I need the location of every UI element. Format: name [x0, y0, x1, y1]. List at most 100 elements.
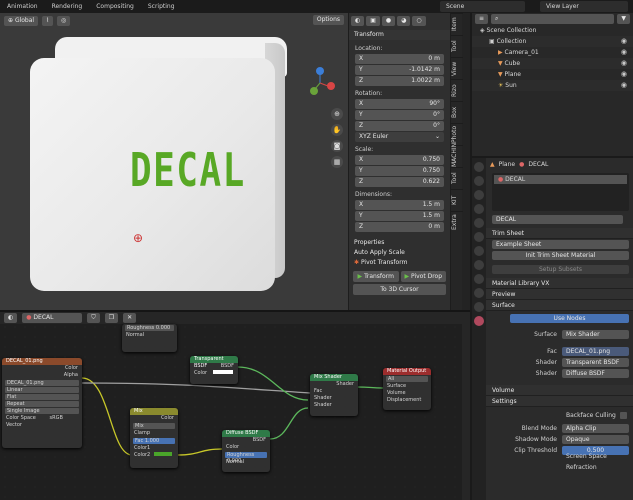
proportional-icon[interactable]: ◎	[57, 15, 71, 26]
dimensions-x-field[interactable]: X 1.5 m	[355, 200, 444, 210]
workspace-tab-compositing[interactable]: Compositing	[89, 3, 141, 10]
options-dropdown[interactable]: Options	[312, 15, 344, 25]
settings-panel[interactable]: Settings	[486, 396, 633, 407]
image-texture-node[interactable]: DECAL_01.png Color Alpha DECAL_01.png Li…	[2, 358, 82, 448]
node-editor[interactable]: ◐ ● DECAL ⛉ ❐ ✕ Roughness 0.000 Normal D…	[0, 310, 470, 500]
example-sheet-dropdown[interactable]: Example Sheet	[486, 239, 633, 250]
mix-rgb-node[interactable]: Mix Color Mix Clamp Fac 1.000 Color1 Col…	[130, 408, 178, 468]
backface-culling-checkbox[interactable]: Backface Culling	[486, 410, 633, 421]
transform-panel-header[interactable]: Transform	[349, 30, 450, 40]
material-shading-icon[interactable]: ◕	[397, 16, 411, 26]
visibility-eye-icon[interactable]: ◉	[621, 58, 627, 69]
material-slot-list[interactable]: ● DECAL	[492, 173, 629, 211]
data-icon[interactable]	[474, 302, 484, 312]
material-output-node[interactable]: Material Output All Surface Volume Displ…	[383, 368, 431, 410]
visibility-eye-icon[interactable]: ◉	[621, 69, 627, 80]
dimensions-z-field[interactable]: Z 0 m	[355, 222, 444, 232]
workspace-tab-scripting[interactable]: Scripting	[141, 3, 182, 10]
visibility-eye-icon[interactable]: ◉	[621, 80, 627, 91]
mix-shader-node[interactable]: Mix Shader Shader Fac Shader Shader	[310, 374, 358, 416]
outliner-item[interactable]: ▼ Plane ◉	[472, 69, 633, 80]
sidebar-tab-box[interactable]: Box	[451, 101, 463, 123]
camera-icon[interactable]: ◙	[331, 140, 343, 152]
scene-selector[interactable]: Scene	[440, 1, 525, 12]
sidebar-tab-view[interactable]: View	[451, 57, 463, 79]
to-3d-cursor-button[interactable]: To 3D Cursor	[353, 284, 446, 295]
sidebar-tab-machin[interactable]: MACHIN	[451, 143, 463, 167]
transparent-bsdf-node[interactable]: Transparent BSDF BSDF Color	[190, 356, 238, 384]
shader-node-top[interactable]: Roughness 0.000 Normal	[122, 324, 177, 352]
render-icon[interactable]	[474, 162, 484, 172]
snap-icon[interactable]: ⌇	[42, 15, 54, 26]
pivot-transform-panel-header[interactable]: ✱ Pivot Transform	[349, 258, 450, 268]
display-mode-icon[interactable]: ≡	[475, 14, 489, 24]
sidebar-tab-item[interactable]: Item	[451, 13, 463, 35]
pivot-drop-button[interactable]: ▶ Pivot Drop	[400, 271, 446, 282]
rotation-x-field[interactable]: X 90°	[355, 99, 444, 109]
auto-apply-panel-header[interactable]: Auto Apply Scale	[349, 248, 450, 258]
location-z-field[interactable]: Z 1.0022 m	[355, 76, 444, 86]
shader2-field[interactable]: Shader Diffuse BSDF	[486, 368, 633, 379]
view-layer-icon[interactable]	[474, 190, 484, 200]
outliner-item[interactable]: ▶ Camera_01 ◉	[472, 47, 633, 58]
sidebar-tab-rizo[interactable]: Rizo	[451, 79, 463, 101]
3d-viewport[interactable]: ⊕ Global ⌇ ◎ Options DECAL ⊕ ⊕ ✋ ◙ ▦	[0, 13, 348, 310]
perspective-grid-icon[interactable]: ▦	[331, 156, 343, 168]
fac-field[interactable]: Fac DECAL_01.png	[486, 346, 633, 357]
sidebar-tab-extra[interactable]: Extra	[451, 211, 463, 233]
material-slot[interactable]: ● DECAL	[494, 175, 627, 184]
rotation-y-field[interactable]: Y 0°	[355, 110, 444, 120]
diffuse-bsdf-node[interactable]: Diffuse BSDF BSDF Color Roughness 0.000 …	[222, 430, 270, 472]
solid-shading-icon[interactable]: ●	[381, 16, 396, 26]
sidebar-tab-tool[interactable]: Tool	[451, 35, 463, 57]
navigation-gizmo[interactable]	[300, 61, 340, 101]
dimensions-y-field[interactable]: Y 1.5 m	[355, 211, 444, 221]
visibility-eye-icon[interactable]: ◉	[621, 36, 627, 47]
overlay-icon[interactable]: ◐	[351, 16, 365, 26]
visibility-eye-icon[interactable]: ◉	[621, 47, 627, 58]
shader1-field[interactable]: Shader Transparent BSDF	[486, 357, 633, 368]
sidebar-tab-photo[interactable]: Photo	[451, 123, 463, 145]
workspace-tab-rendering[interactable]: Rendering	[45, 3, 90, 10]
properties-panel-header[interactable]: Properties	[349, 238, 450, 248]
modifiers-icon[interactable]	[474, 246, 484, 256]
sidebar-tab-kit[interactable]: KIT	[451, 189, 463, 211]
workspace-tab-animation[interactable]: Animation	[0, 3, 45, 10]
screen-space-refraction-checkbox[interactable]: Screen Space Refraction	[486, 453, 633, 471]
setup-subsets-button[interactable]: Setup Subsets	[486, 264, 633, 275]
world-icon[interactable]	[474, 218, 484, 228]
material-tab-icon[interactable]	[474, 316, 484, 326]
init-trim-sheet-button[interactable]: Init Trim Sheet Material	[486, 250, 633, 261]
transform-button[interactable]: ▶ Transform	[353, 271, 399, 282]
checkbox[interactable]	[619, 412, 627, 419]
use-nodes-button[interactable]: Use Nodes	[486, 313, 633, 324]
pan-hand-icon[interactable]: ✋	[331, 124, 343, 136]
particles-icon[interactable]	[474, 260, 484, 270]
filter-icon[interactable]: ▼	[617, 14, 630, 24]
volume-panel[interactable]: Volume	[486, 385, 633, 396]
zoom-icon[interactable]: ⊕	[331, 108, 343, 120]
trim-sheet-panel[interactable]: Trim Sheet	[486, 228, 633, 239]
scale-y-field[interactable]: Y 0.750	[355, 166, 444, 176]
location-x-field[interactable]: X 0 m	[355, 54, 444, 64]
scale-x-field[interactable]: X 0.750	[355, 155, 444, 165]
outliner-search[interactable]: ⌕	[491, 14, 615, 24]
sidebar-tab-tool[interactable]: Tool	[451, 167, 463, 189]
xray-icon[interactable]: ▣	[366, 16, 380, 26]
material-datablock[interactable]: DECAL	[486, 214, 633, 225]
rotation-z-field[interactable]: Z 0°	[355, 121, 444, 131]
shadow-mode-dropdown[interactable]: Shadow Mode Opaque	[486, 434, 633, 445]
constraints-icon[interactable]	[474, 288, 484, 298]
material-library-panel[interactable]: Material Library VX	[486, 278, 633, 289]
scale-z-field[interactable]: Z 0.622	[355, 177, 444, 187]
view-layer-selector[interactable]: View Layer	[540, 1, 628, 12]
physics-icon[interactable]	[474, 274, 484, 284]
preview-panel[interactable]: Preview	[486, 289, 633, 300]
outliner-item[interactable]: ◈ Scene Collection	[472, 25, 633, 36]
rotation-mode-dropdown[interactable]: XYZ Euler ⌄	[355, 132, 444, 142]
orientation-dropdown[interactable]: ⊕ Global	[4, 15, 39, 26]
outliner-item[interactable]: ▼ Cube ◉	[472, 58, 633, 69]
surface-panel[interactable]: Surface	[486, 300, 633, 311]
output-icon[interactable]	[474, 176, 484, 186]
outliner-item[interactable]: ☀ Sun ◉	[472, 80, 633, 91]
